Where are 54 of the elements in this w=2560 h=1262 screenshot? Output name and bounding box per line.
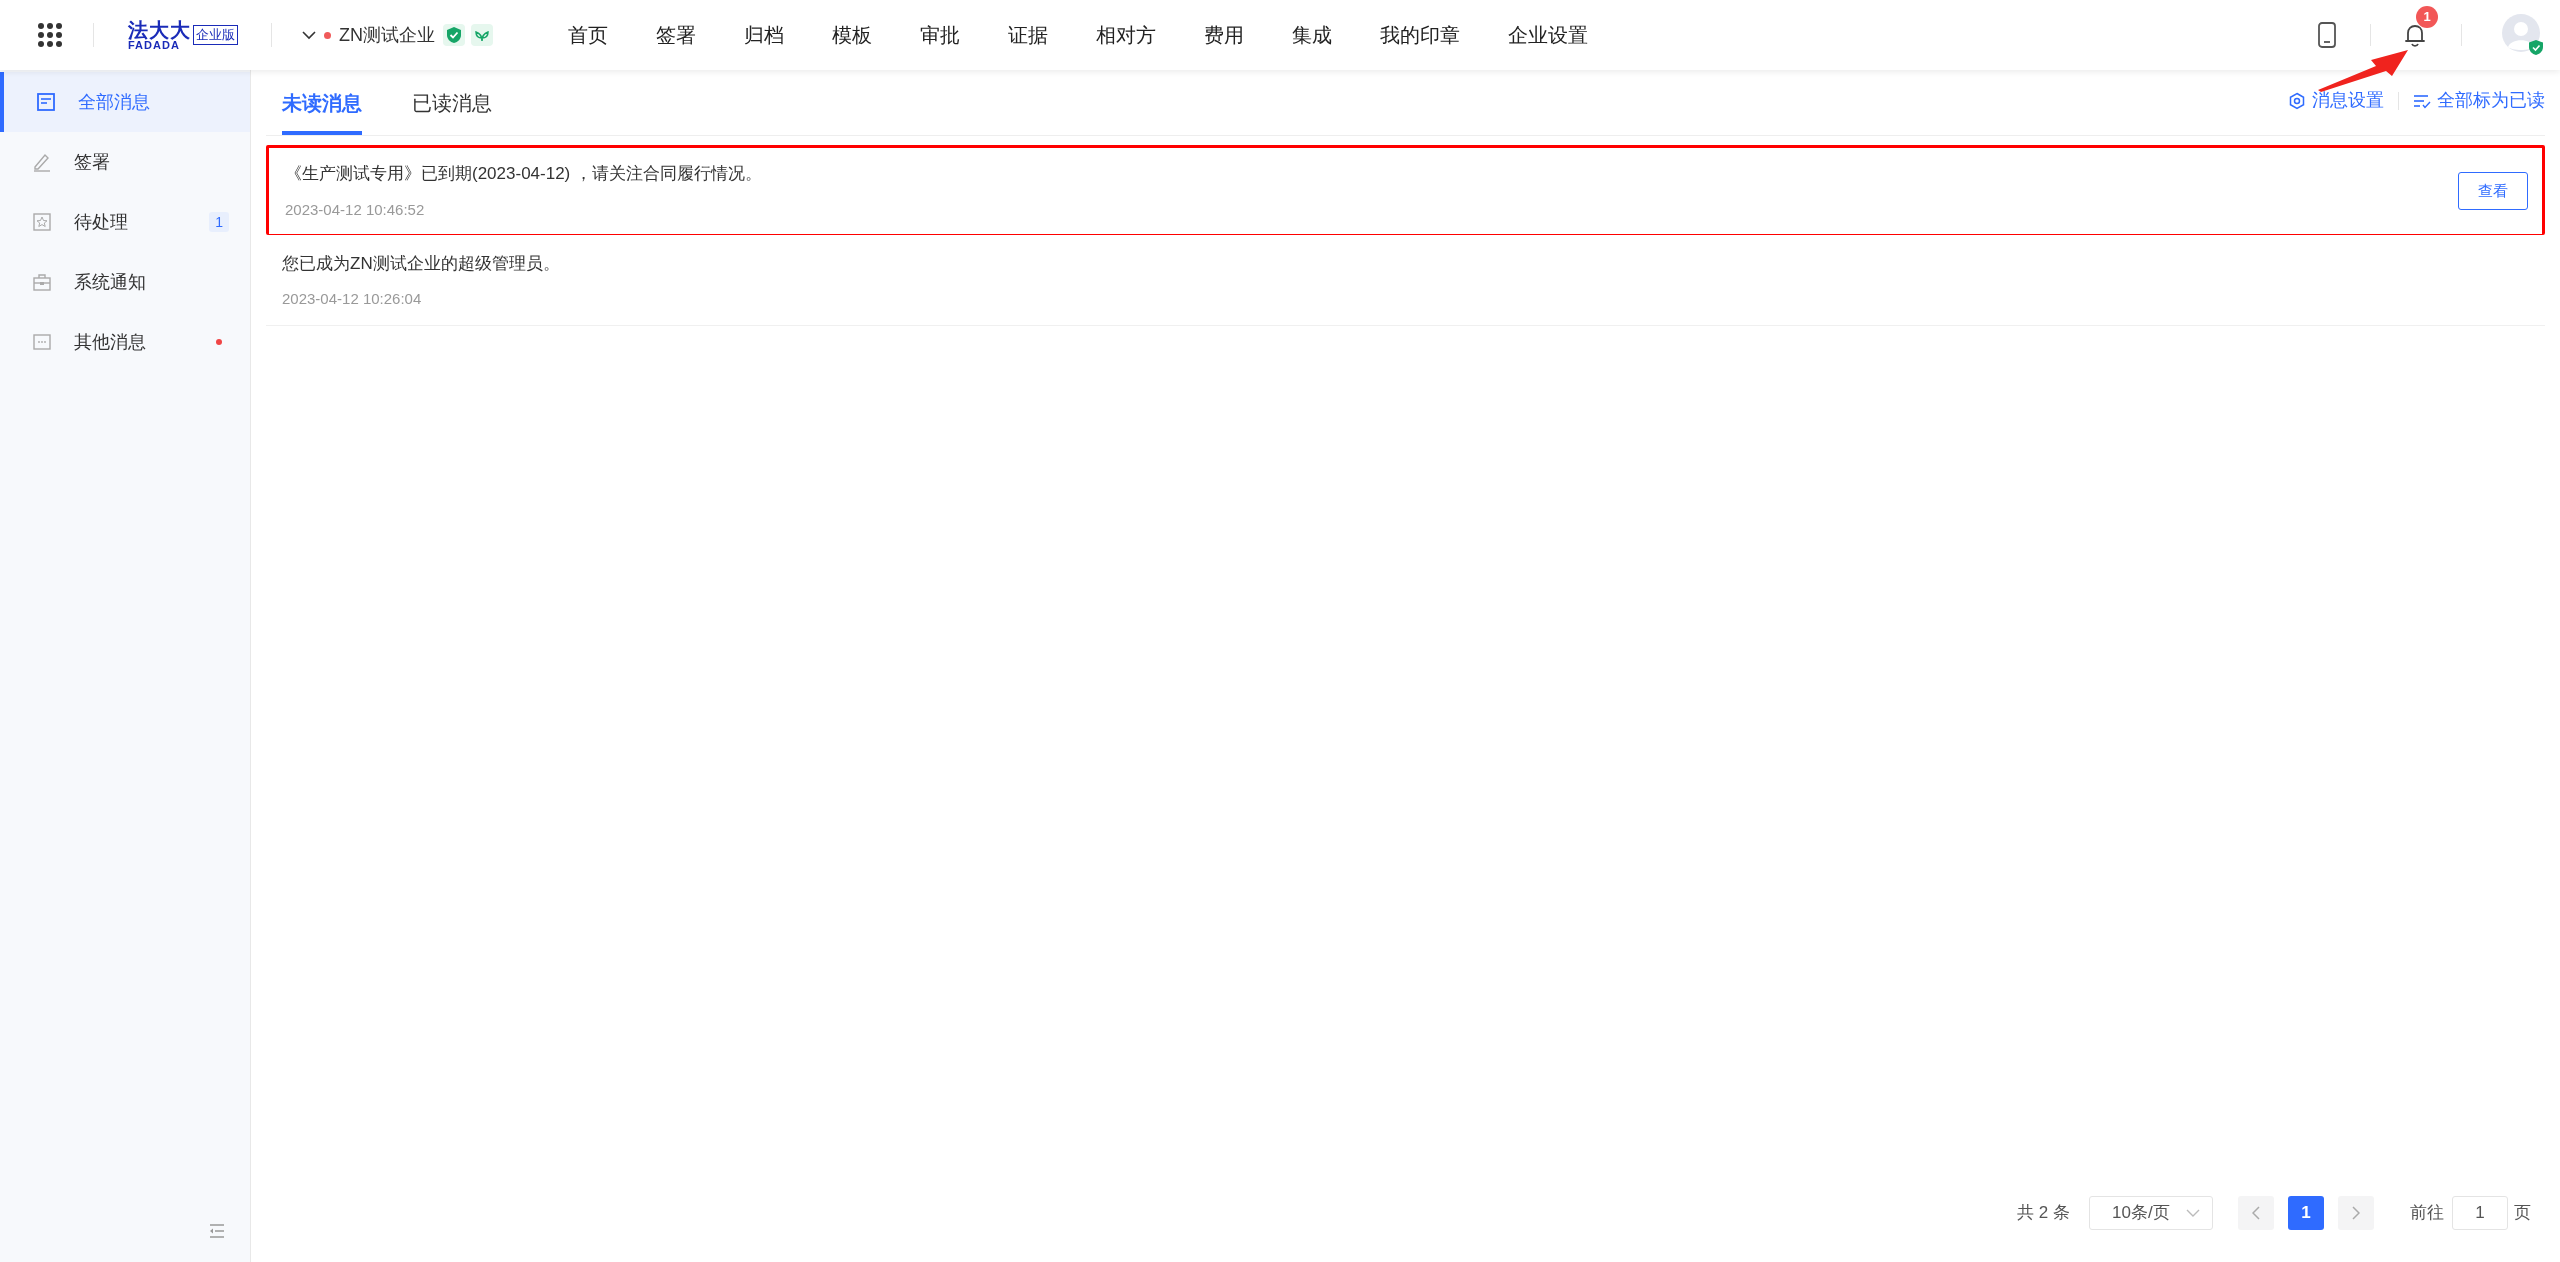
sidebar-item[interactable]: 全部消息: [0, 72, 250, 132]
collapse-sidebar-icon[interactable]: [207, 1222, 227, 1240]
message-time: 2023-04-12 10:26:04: [282, 289, 423, 309]
chevron-right-icon: [2352, 1206, 2360, 1220]
goto-label: 前往: [2410, 1202, 2444, 1225]
page-button[interactable]: 1: [2288, 1196, 2324, 1230]
edition-badge: 企业版: [193, 25, 238, 45]
list-check-icon: [2413, 92, 2431, 109]
notification-bell-icon[interactable]: [2404, 22, 2426, 48]
apps-menu-icon[interactable]: [37, 22, 63, 48]
nav-link[interactable]: 我的印章: [1380, 20, 1460, 50]
sidebar-item[interactable]: 系统通知: [0, 252, 250, 312]
company-switcher[interactable]: ZN测试企业: [302, 21, 435, 49]
message-tab[interactable]: 已读消息: [412, 70, 492, 135]
sidebar-item[interactable]: 签署: [0, 132, 250, 192]
message-text: 您已成为ZN测试企业的超级管理员。: [282, 252, 561, 275]
nav-link[interactable]: 首页: [568, 20, 608, 50]
goto-suffix: 页: [2514, 1202, 2531, 1225]
nav-link[interactable]: 签署: [656, 20, 696, 50]
total-count: 共 2 条: [2017, 1202, 2070, 1225]
nav-link[interactable]: 证据: [1008, 20, 1048, 50]
chevron-down-icon: [2186, 1209, 2200, 1217]
sidebar-item[interactable]: 待处理 1: [0, 192, 250, 252]
pen-icon: [32, 152, 52, 172]
briefcase-icon: [32, 272, 52, 292]
message-time: 2023-04-12 10:46:52: [285, 199, 426, 220]
message-tab[interactable]: 未读消息: [282, 70, 362, 135]
message-text: 《生产测试专用》已到期(2023-04-12) ，请关注合同履行情况。: [285, 163, 763, 185]
count-badge: 1: [209, 212, 229, 232]
list-icon: [36, 92, 56, 112]
star-frame-icon: [32, 212, 52, 232]
view-button[interactable]: 查看: [2458, 172, 2528, 210]
message-box-icon: [32, 332, 52, 352]
nav-link[interactable]: 模板: [832, 20, 872, 50]
nav-link[interactable]: 集成: [1292, 20, 1332, 50]
user-avatar[interactable]: [2502, 14, 2544, 56]
message-settings-link[interactable]: 消息设置: [2288, 87, 2384, 114]
notification-count-badge: 1: [2416, 6, 2438, 28]
sidebar-item[interactable]: 其他消息: [0, 312, 250, 372]
page-number-field[interactable]: 1: [2452, 1196, 2508, 1230]
nav-link[interactable]: 相对方: [1096, 20, 1156, 50]
brand-logo: 法大大 FADADA: [128, 19, 191, 51]
nav-link[interactable]: 归档: [744, 20, 784, 50]
settings-icon: [2288, 91, 2306, 110]
leaf-icon: [471, 24, 493, 46]
chevron-left-icon: [2252, 1206, 2260, 1220]
phone-icon[interactable]: [2317, 21, 2337, 49]
nav-link[interactable]: 企业设置: [1508, 20, 1588, 50]
shield-check-icon: [443, 24, 465, 46]
chevron-down-icon: [302, 30, 316, 40]
page-size-select[interactable]: 10条/页: [2089, 1196, 2213, 1230]
nav-link[interactable]: 费用: [1204, 20, 1244, 50]
mark-all-read-link[interactable]: 全部标为已读: [2413, 87, 2545, 114]
nav-link[interactable]: 审批: [920, 20, 960, 50]
